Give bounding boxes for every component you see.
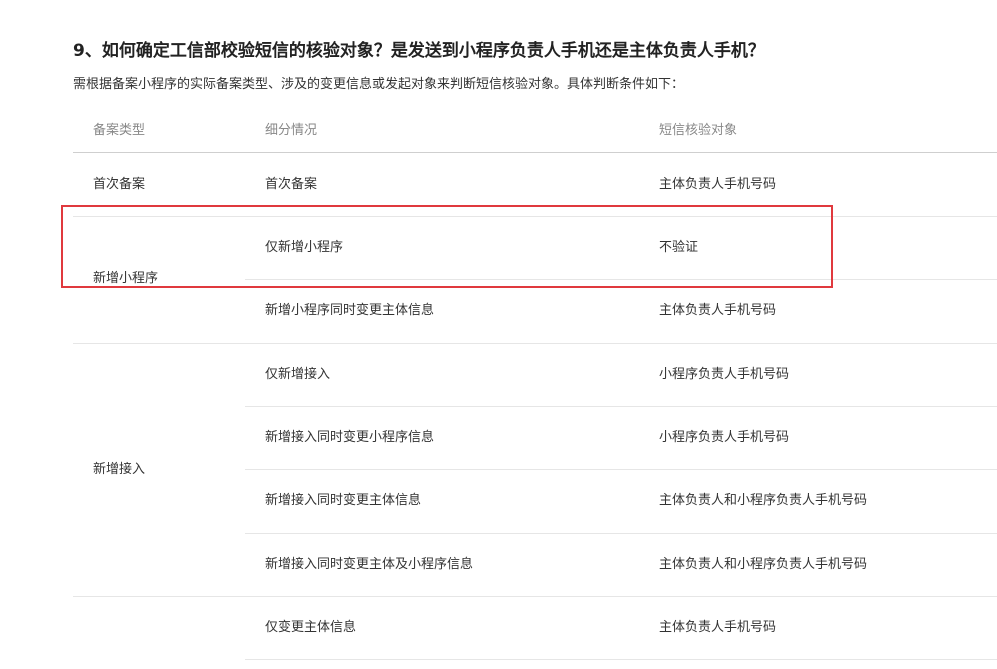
column-header-sub-case: 细分情况 bbox=[265, 123, 318, 138]
faq-question-heading: 9、如何确定工信部校验短信的核验对象？是发送到小程序负责人手机还是主体负责人手机… bbox=[73, 41, 765, 61]
sms-target-cell: 小程序负责人手机号码 bbox=[659, 367, 790, 382]
sub-case-cell: 新增接入同时变更主体及小程序信息 bbox=[265, 557, 474, 572]
sms-target-cell: 主体负责人手机号码 bbox=[659, 177, 777, 192]
column-header-sms-target: 短信核验对象 bbox=[659, 123, 738, 138]
sub-case-cell: 新增接入同时变更主体信息 bbox=[265, 493, 422, 508]
sub-case-cell: 首次备案 bbox=[265, 177, 318, 192]
sub-case-cell: 仅变更主体信息 bbox=[265, 620, 357, 635]
record-type-cell: 首次备案 bbox=[93, 177, 146, 192]
row-divider bbox=[245, 533, 997, 534]
sms-target-cell: 主体负责人手机号码 bbox=[659, 620, 777, 635]
row-divider bbox=[245, 406, 997, 407]
row-divider bbox=[73, 343, 997, 344]
sub-case-cell: 新增接入同时变更小程序信息 bbox=[265, 430, 435, 445]
column-header-record-type: 备案类型 bbox=[93, 123, 146, 138]
faq-intro-text: 需根据备案小程序的实际备案类型、涉及的变更信息或发起对象来判断短信核验对象。具体… bbox=[73, 77, 685, 92]
header-divider bbox=[73, 152, 997, 153]
record-type-cell: 新增接入 bbox=[93, 462, 146, 477]
sms-target-cell: 主体负责人和小程序负责人手机号码 bbox=[659, 557, 868, 572]
sms-target-cell: 主体负责人手机号码 bbox=[659, 303, 777, 318]
highlight-annotation-box bbox=[61, 205, 833, 288]
sub-case-cell: 新增小程序同时变更主体信息 bbox=[265, 303, 435, 318]
row-divider bbox=[245, 659, 997, 660]
row-divider bbox=[245, 469, 997, 470]
sms-target-cell: 小程序负责人手机号码 bbox=[659, 430, 790, 445]
sms-target-cell: 主体负责人和小程序负责人手机号码 bbox=[659, 493, 868, 508]
sub-case-cell: 仅新增接入 bbox=[265, 367, 331, 382]
row-divider bbox=[73, 596, 997, 597]
